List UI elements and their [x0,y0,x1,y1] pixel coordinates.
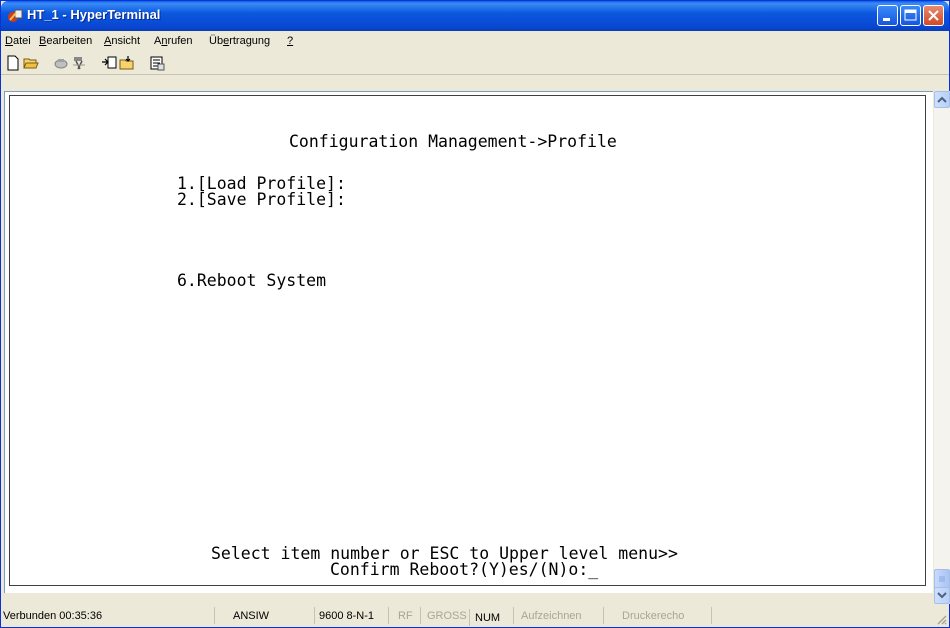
menu-datei-accel: D [5,35,13,47]
menu-datei[interactable]: Datei [5,35,31,47]
menu-item-save-profile: 2.[Save Profile]: [177,190,346,209]
resize-grip-icon[interactable] [935,613,947,625]
terminal-heading: Configuration Management->Profile [289,132,617,151]
close-button[interactable] [923,5,944,26]
status-print-echo: Druckerecho [603,607,711,624]
vertical-scrollbar[interactable] [933,91,950,604]
horizontal-spacer [4,593,933,604]
menu-ansicht[interactable]: Ansicht [104,35,140,47]
menu-anrufen-rest: rufen [167,35,193,47]
toolbar [1,52,949,75]
status-rf: RF [388,607,420,624]
status-port-settings: 9600 8-N-1 [314,607,388,624]
status-empty-cell [711,607,939,624]
menu-uebertragung[interactable]: Übertragung [209,35,270,47]
menu-help-accel: ? [287,35,294,47]
hyperterminal-window: HT_1 - HyperTerminal Datei Bearbeiten An… [0,0,950,628]
maximize-button[interactable] [900,5,921,26]
receive-icon[interactable] [119,55,135,71]
call-icon[interactable] [53,55,69,71]
menu-ansicht-rest: nsicht [111,35,141,47]
hyperterminal-icon [8,9,23,22]
menu-uebertragung-rest: rtragung [229,35,271,47]
menu-help[interactable]: ? [287,35,293,47]
minimize-icon [883,18,890,21]
menu-uebertragung-ub: Üb [209,35,224,47]
menu-item-reboot-system: 6.Reboot System [177,271,327,290]
properties-icon[interactable] [149,55,165,71]
arrow-up-icon [937,96,947,103]
title-bar[interactable]: HT_1 - HyperTerminal [1,1,949,31]
menu-datei-rest: atei [12,35,31,47]
terminal-screen[interactable]: Configuration Management->Profile 1.[Loa… [9,95,926,586]
terminal-frame: Configuration Management->Profile 1.[Loa… [4,91,934,595]
menu-bearbeiten-rest: earbeiten [46,35,93,47]
new-icon[interactable] [5,55,21,71]
window-title: HT_1 - HyperTerminal [27,7,161,22]
minimize-button[interactable] [877,5,898,26]
scroll-down-button[interactable] [934,587,950,604]
menu-bearbeiten[interactable]: Bearbeiten [39,35,92,47]
status-num: NUM [469,609,513,626]
close-icon [928,10,939,21]
arrow-down-icon [937,592,947,599]
scroll-up-button[interactable] [934,91,950,108]
menu-bar: Datei Bearbeiten Ansicht Anrufen Übertra… [1,32,949,51]
reboot-confirm-prompt: Confirm Reboot?(Y)es/(N)o:_ [330,560,599,579]
status-caps: GROSS [420,607,469,624]
status-bar: Verbunden 00:35:36 ANSIW 9600 8-N-1 RF G… [1,605,949,627]
disconnect-icon[interactable] [71,55,87,71]
menu-anrufen[interactable]: Anrufen [154,35,193,47]
status-connected-time: Verbunden 00:35:36 [3,610,103,622]
status-emulation: ANSIW [214,607,314,624]
status-capture: Aufzeichnen [513,607,603,624]
open-icon[interactable] [23,55,39,71]
send-icon[interactable] [101,55,117,71]
maximize-icon [904,9,917,21]
